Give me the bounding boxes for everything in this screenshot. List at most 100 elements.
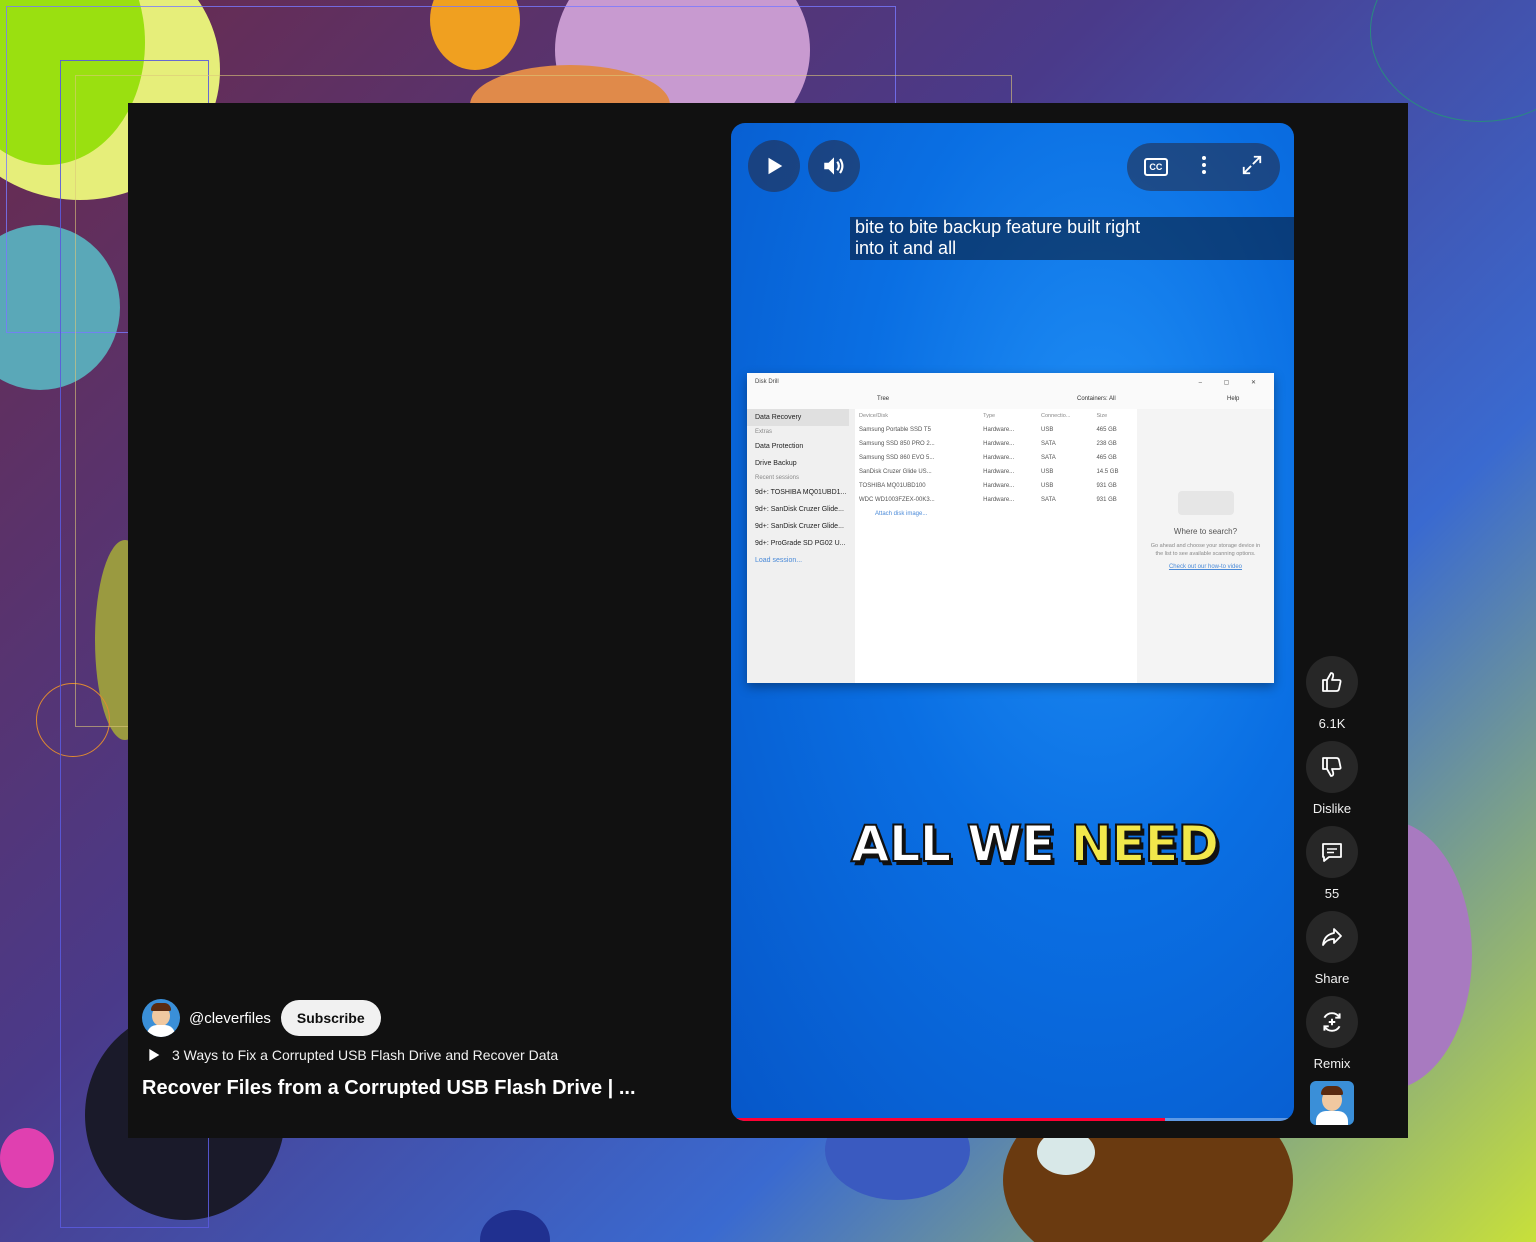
cell: USB [1041, 469, 1054, 475]
play-small-icon [149, 1049, 160, 1061]
load-session: Load session... [755, 557, 803, 564]
drive-illustration [1177, 491, 1234, 515]
col-connection: Connectio... [1041, 413, 1071, 419]
comments-button[interactable] [1306, 826, 1358, 878]
comments-count: 55 [1324, 886, 1340, 901]
table-row: Samsung Portable SSD T5 Hardware... USB 465… [855, 423, 1137, 437]
avatar-body [147, 1025, 175, 1037]
playlist-link[interactable]: 3 Ways to Fix a Corrupted USB Flash Driv… [146, 1047, 558, 1063]
progress-bar[interactable] [731, 1118, 1294, 1121]
shorts-player: CC bite to bite backup feature built rig… [128, 103, 1408, 1138]
cell: 465 GB [1096, 455, 1117, 461]
cell: Hardware... [983, 483, 1015, 489]
cell: 931 GB [1096, 497, 1117, 503]
cell: Samsung SSD 850 PRO 2... [859, 441, 935, 447]
overlay-text-yellow: NEED [1070, 814, 1221, 874]
progress-fill [731, 1118, 1165, 1121]
cc-label: CC [1149, 162, 1163, 172]
session-item: 9d+: SanDisk Cruzer Glide... [755, 506, 844, 513]
video-title[interactable]: Recover Files from a Corrupted USB Flash… [142, 1077, 642, 1100]
thumbs-down-icon [1322, 757, 1342, 777]
like-button[interactable] [1306, 656, 1358, 708]
cell: Hardware... [983, 427, 1015, 433]
subscribe-button[interactable]: Subscribe [280, 1000, 381, 1036]
col-device: Device/Disk [859, 413, 889, 419]
app-title: Disk Drill [755, 379, 779, 385]
comment-icon [1322, 843, 1342, 862]
fullscreen-icon [1242, 155, 1262, 174]
remix-label: Remix [1313, 1056, 1351, 1071]
fullscreen-button[interactable] [1241, 154, 1263, 181]
share-label: Share [1314, 971, 1350, 986]
play-icon [768, 157, 783, 175]
sidebar-recent-head: Recent sessions [755, 475, 800, 481]
caption-line-1: bite to bite backup feature built right [855, 217, 1141, 237]
table-row: TOSHIBA MQ01UBD100 Hardware... USB 931 GB [855, 479, 1137, 493]
toolbar-help: Help [1227, 396, 1240, 402]
cell: Samsung Portable SSD T5 [859, 427, 931, 433]
table-header: Device/Disk Type Connectio... Size [855, 409, 1137, 423]
avatar[interactable] [142, 999, 180, 1037]
volume-button[interactable] [808, 140, 860, 192]
cell: SATA [1041, 497, 1056, 503]
cell: 465 GB [1096, 427, 1117, 433]
cell: Samsung SSD 860 EVO 5... [859, 455, 935, 461]
sidebar-extras-head: Extras [755, 429, 773, 435]
app-titlebar: Disk Drill – ▢ ✕ [747, 373, 1274, 391]
cell: WDC WD1003FZEX-00K3... [859, 497, 935, 503]
table-row: Samsung SSD 860 EVO 5... Hardware... SATA 4… [855, 451, 1137, 465]
device-table: Device/Disk Type Connectio... Size Samsu… [855, 409, 1137, 507]
cell: Hardware... [983, 441, 1015, 447]
channel-thumbnail[interactable] [1310, 1081, 1354, 1125]
captions-button[interactable]: CC [1143, 158, 1168, 176]
where-to-search-title: Where to search? [1173, 527, 1238, 536]
cell: USB [1041, 427, 1054, 433]
avatar-hair [151, 1003, 171, 1011]
attach-disk-link: Attach disk image... [875, 511, 928, 517]
how-to-video-link: Check out our how-to video [1168, 564, 1243, 570]
cell: SATA [1041, 441, 1056, 447]
dislike-button[interactable] [1306, 741, 1358, 793]
cell: Hardware... [983, 469, 1015, 475]
app-sidebar: Data Recovery Extras Data Protection Dri… [747, 409, 855, 683]
overlay-headline: ALL WE NEED [850, 814, 1221, 874]
disk-drill-screenshot: Disk Drill – ▢ ✕ Tree Containers: All He… [747, 373, 1274, 683]
session-item: 9d+: SanDisk Cruzer Glide... [755, 523, 844, 530]
cell: SanDisk Cruzer Glide US... [859, 469, 932, 475]
cell: SATA [1041, 455, 1056, 461]
video-caption: bite to bite backup feature built right … [850, 217, 1294, 260]
top-controls: CC [1127, 143, 1280, 191]
video-player[interactable]: CC bite to bite backup feature built rig… [731, 123, 1294, 1121]
cell: TOSHIBA MQ01UBD100 [859, 483, 926, 489]
more-options-button[interactable] [1201, 155, 1207, 180]
remix-icon [1323, 1012, 1341, 1032]
play-button[interactable] [748, 140, 800, 192]
sidebar-drive-backup: Drive Backup [755, 460, 797, 467]
channel-handle[interactable]: @cleverfiles [189, 1010, 271, 1027]
sidebar-data-protection: Data Protection [755, 443, 804, 450]
col-type: Type [983, 413, 996, 419]
cell: 14.5 GB [1096, 469, 1119, 475]
toolbar-containers: Containers: All [1077, 396, 1116, 402]
toolbar-view: Tree [877, 396, 890, 402]
col-size: Size [1096, 413, 1108, 419]
volume-icon [824, 157, 844, 175]
window-controls: – ▢ ✕ [1198, 379, 1266, 386]
like-count: 6.1K [1318, 716, 1346, 731]
playlist-title: 3 Ways to Fix a Corrupted USB Flash Driv… [172, 1047, 559, 1063]
dislike-label: Dislike [1312, 801, 1352, 816]
cell: USB [1041, 483, 1054, 489]
avatar-body [1316, 1111, 1348, 1125]
sidebar-data-recovery: Data Recovery [747, 409, 849, 426]
search-hint-panel: Where to search? Go ahead and choose you… [1137, 409, 1274, 683]
cell: Hardware... [983, 455, 1015, 461]
action-rail: 6.1K Dislike 55 Share Remix [1306, 656, 1358, 1125]
more-vert-icon [1202, 155, 1207, 174]
table-row: SanDisk Cruzer Glide US... Hardware... USB… [855, 465, 1137, 479]
avatar-hair [1321, 1086, 1343, 1095]
remix-button[interactable] [1306, 996, 1358, 1048]
session-item: 9d+: TOSHIBA MQ01UBD1... [755, 489, 847, 496]
share-icon [1322, 928, 1342, 946]
app-toolbar: Tree Containers: All Help [747, 391, 1274, 410]
share-button[interactable] [1306, 911, 1358, 963]
